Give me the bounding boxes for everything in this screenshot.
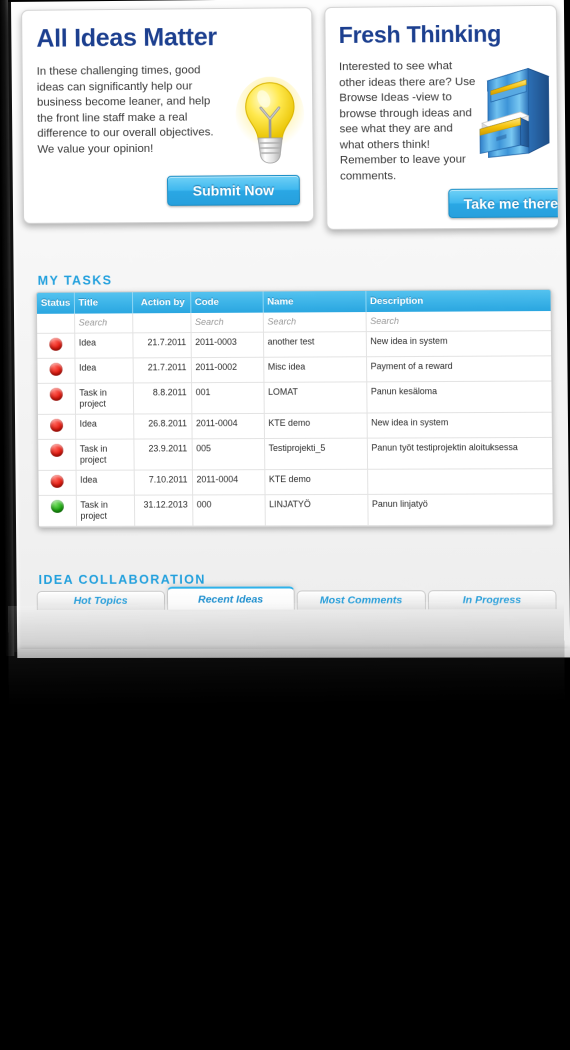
cell-title: Task in project bbox=[75, 439, 134, 471]
card-title-fresh-thinking: Fresh Thinking bbox=[338, 20, 502, 49]
table-header-row: Status Title Action by Code Name Descrip… bbox=[36, 289, 551, 314]
status-cell bbox=[37, 383, 76, 415]
tab-recent-ideas[interactable]: Recent Ideas bbox=[166, 586, 295, 610]
cell-code: 001 bbox=[191, 382, 264, 414]
table-row[interactable]: Idea 26.8.2011 2011-0004 KTE demo New idea i… bbox=[37, 412, 552, 440]
cell-code: 2011-0004 bbox=[191, 469, 265, 495]
table-row[interactable]: Idea 21.7.2011 2011-0002 Misc idea Payment o… bbox=[37, 355, 552, 384]
cell-code: 005 bbox=[191, 438, 265, 470]
page-perspective-wrapper: All Ideas Matter In these challenging ti… bbox=[0, 0, 570, 659]
cell-action-by: 21.7.2011 bbox=[132, 357, 192, 383]
tab-most-comments[interactable]: Most Comments bbox=[296, 590, 426, 610]
section-title-my-tasks: MY TASKS bbox=[37, 273, 113, 288]
cell-title: Task in project bbox=[75, 495, 135, 527]
screenshot-stage: All Ideas Matter In these challenging ti… bbox=[0, 0, 570, 1050]
cell-description: Panun linjatyö bbox=[367, 493, 553, 526]
my-tasks-table: Status Title Action by Code Name Descrip… bbox=[36, 289, 553, 527]
my-tasks-table-body: Search Search Search Search Idea 21.7.2011 201… bbox=[36, 311, 553, 527]
search-cell-empty bbox=[36, 313, 75, 334]
column-header-status[interactable]: Status bbox=[36, 292, 75, 314]
cell-description: Payment of a reward bbox=[365, 355, 552, 382]
cell-name: KTE demo bbox=[264, 469, 368, 495]
card-body-fresh-thinking: Interested to see what other ideas there… bbox=[338, 60, 476, 183]
table-row[interactable]: Idea 7.10.2011 2011-0004 KTE demo bbox=[38, 468, 553, 496]
status-cell bbox=[38, 439, 76, 471]
cell-title: Idea bbox=[74, 357, 133, 384]
table-row[interactable]: Task in project 31.12.2013 000 LINJATYÖ Panu… bbox=[38, 493, 553, 527]
cell-action-by: 31.12.2013 bbox=[133, 494, 193, 527]
cell-name: KTE demo bbox=[263, 413, 367, 439]
take-me-there-button[interactable]: Take me there! bbox=[448, 187, 560, 219]
status-red-icon bbox=[49, 362, 63, 376]
card-all-ideas-matter: All Ideas Matter In these challenging ti… bbox=[21, 7, 315, 224]
column-header-title[interactable]: Title bbox=[73, 292, 133, 314]
status-cell bbox=[38, 470, 76, 496]
cell-code: 2011-0003 bbox=[190, 332, 264, 358]
status-green-icon bbox=[50, 499, 64, 513]
cell-code: 2011-0002 bbox=[190, 357, 264, 383]
search-field-name[interactable]: Search bbox=[262, 312, 366, 333]
section-title-idea-collaboration: IDEA COLLABORATION bbox=[38, 572, 206, 587]
column-header-code[interactable]: Code bbox=[190, 291, 263, 314]
cell-title: Idea bbox=[75, 470, 134, 496]
idea-collaboration-tabs: Hot Topics Recent Ideas Most Comments In Pr… bbox=[36, 586, 557, 610]
search-field-title[interactable]: Search bbox=[74, 313, 133, 334]
table-row[interactable]: Idea 21.7.2011 2011-0003 another test New id… bbox=[37, 330, 552, 359]
cell-action-by: 21.7.2011 bbox=[132, 332, 191, 358]
status-red-icon bbox=[50, 474, 64, 488]
table-row[interactable]: Task in project 23.9.2011 005 Testiprojekti… bbox=[38, 437, 553, 471]
column-header-name[interactable]: Name bbox=[262, 290, 366, 313]
card-fresh-thinking: Fresh Thinking Interested to see what ot… bbox=[324, 4, 560, 230]
status-red-icon bbox=[48, 337, 63, 351]
page-bottom-edge bbox=[17, 648, 570, 659]
cell-action-by: 26.8.2011 bbox=[133, 413, 192, 440]
cell-name: another test bbox=[262, 331, 366, 358]
submit-now-button[interactable]: Submit Now bbox=[166, 174, 301, 206]
tab-hot-topics[interactable]: Hot Topics bbox=[36, 590, 165, 610]
cell-description: Panun kesäloma bbox=[366, 381, 552, 414]
cell-title: Idea bbox=[74, 332, 133, 359]
status-cell bbox=[37, 414, 76, 440]
column-header-action-by[interactable]: Action by bbox=[131, 291, 191, 314]
status-cell bbox=[37, 333, 75, 359]
search-field-description[interactable]: Search bbox=[365, 311, 551, 332]
cell-description: New idea in system bbox=[365, 330, 552, 357]
status-red-icon bbox=[49, 387, 63, 401]
application-page: All Ideas Matter In these challenging ti… bbox=[8, 0, 570, 659]
search-cell-empty bbox=[132, 313, 191, 333]
cell-title: Idea bbox=[75, 413, 134, 440]
status-cell bbox=[37, 358, 75, 384]
lightbulb-icon bbox=[233, 74, 306, 171]
filing-cabinet-icon bbox=[475, 62, 553, 163]
status-cell bbox=[38, 495, 77, 527]
cell-description: Panun työt testiprojektin aloituksessa bbox=[366, 437, 553, 470]
cell-name: Testiprojekti_5 bbox=[263, 438, 368, 470]
card-title-all-ideas-matter: All Ideas Matter bbox=[36, 23, 217, 53]
card-body-all-ideas-matter: In these challenging times, good ideas c… bbox=[36, 64, 214, 156]
status-red-icon bbox=[49, 418, 63, 432]
cell-name: LINJATYÖ bbox=[264, 494, 368, 526]
table-row[interactable]: Task in project 8.8.2011 001 LOMAT Panun kes… bbox=[37, 381, 552, 415]
cell-title: Task in project bbox=[74, 382, 134, 415]
cell-name: Misc idea bbox=[263, 356, 367, 383]
cell-action-by: 23.9.2011 bbox=[133, 438, 192, 471]
cell-action-by: 8.8.2011 bbox=[132, 382, 192, 414]
status-red-icon bbox=[50, 443, 64, 457]
cell-description: New idea in system bbox=[366, 412, 552, 439]
my-tasks-panel: Status Title Action by Code Name Descrip… bbox=[35, 288, 554, 528]
column-header-description[interactable]: Description bbox=[365, 289, 551, 313]
cell-code: 000 bbox=[192, 494, 265, 527]
cell-name: LOMAT bbox=[263, 381, 367, 414]
hero-card-row: All Ideas Matter In these challenging ti… bbox=[21, 4, 560, 238]
search-field-code[interactable]: Search bbox=[190, 312, 263, 333]
cell-code: 2011-0004 bbox=[191, 413, 264, 439]
cell-action-by: 7.10.2011 bbox=[133, 469, 193, 496]
submit-now-label: Submit Now bbox=[192, 182, 275, 199]
bottom-black-area bbox=[0, 800, 570, 1050]
cell-description bbox=[367, 468, 553, 495]
tab-in-progress[interactable]: In Progress bbox=[427, 589, 557, 610]
table-search-row: Search Search Search Search bbox=[36, 311, 551, 334]
take-me-there-label: Take me there! bbox=[463, 194, 560, 212]
